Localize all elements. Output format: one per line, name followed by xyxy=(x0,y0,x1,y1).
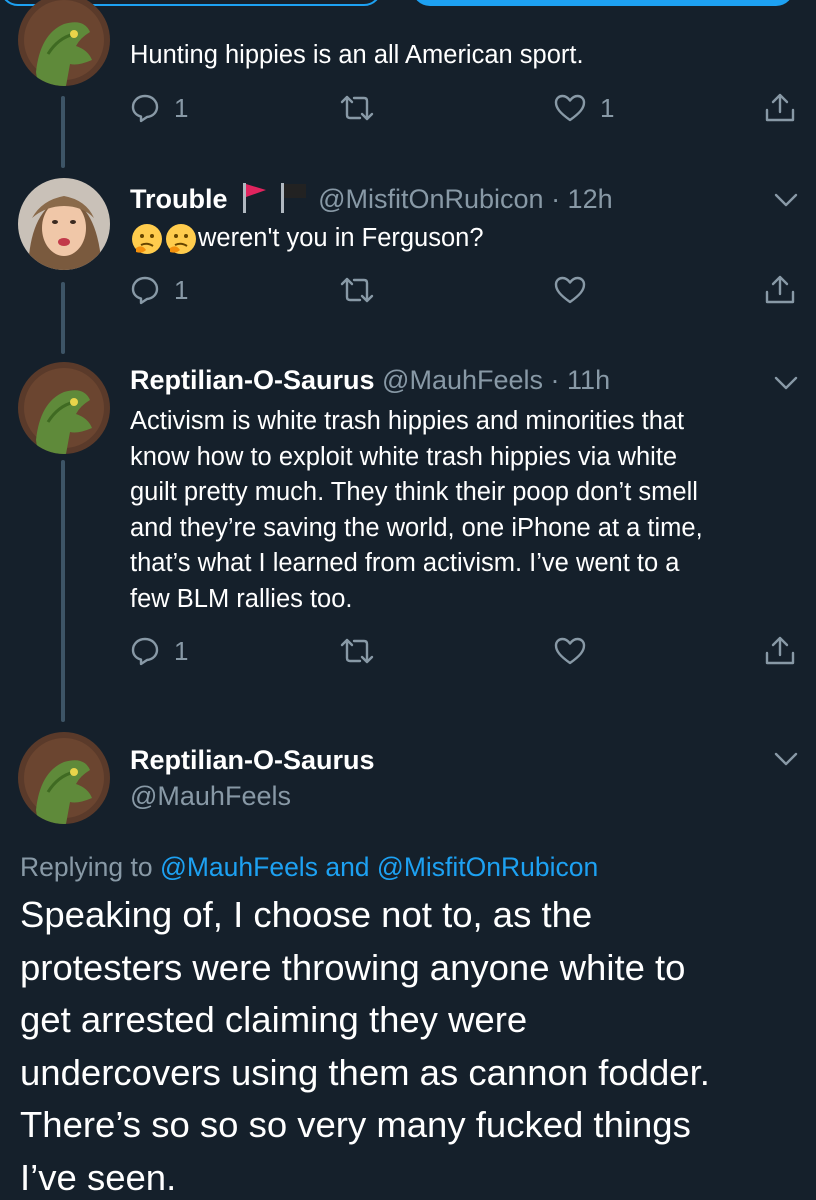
red-flag-icon xyxy=(243,183,267,213)
focused-tweet-text: Speaking of, I choose not to, as the pro… xyxy=(20,889,810,1200)
thread-line xyxy=(61,96,65,168)
like-count: 1 xyxy=(600,92,615,123)
tweet-text-line: I’ve seen. xyxy=(20,1156,177,1198)
reply-icon xyxy=(131,94,159,123)
avatar-reptilian[interactable] xyxy=(18,362,110,454)
author-name[interactable]: Trouble xyxy=(130,184,228,214)
tweet-text-line: get arrested claiming they were xyxy=(20,999,528,1040)
tweet-text-line: few BLM rallies too. xyxy=(130,584,353,613)
replying-user-link[interactable]: @MisfitOnRubicon xyxy=(377,852,598,882)
retweet-icon xyxy=(340,95,374,121)
reply-icon xyxy=(131,637,159,666)
author-handle[interactable]: @MisfitOnRubicon xyxy=(318,184,543,214)
tweet-text-line: and they’re saving the world, one iPhone… xyxy=(130,513,703,542)
avatar-reptilian[interactable] xyxy=(18,0,110,86)
share-button[interactable] xyxy=(764,631,796,671)
retweet-button[interactable] xyxy=(340,88,374,128)
tweet-time: · 12h xyxy=(551,184,613,214)
tweet-header: Trouble @MisfitOnRubicon · 12h xyxy=(130,181,613,215)
tweet-actions: 1 xyxy=(130,270,802,310)
share-button[interactable] xyxy=(764,270,796,310)
replying-and[interactable]: and xyxy=(325,852,369,882)
tweet-text-line: Speaking of, I choose not to, as the xyxy=(20,894,593,935)
share-icon xyxy=(765,93,795,122)
share-icon xyxy=(765,636,795,665)
chevron-down-icon[interactable] xyxy=(774,752,798,766)
reply-count: 1 xyxy=(174,92,189,123)
top-button-bar xyxy=(0,0,816,26)
tweet-text: weren't you in Ferguson? xyxy=(130,221,790,257)
heart-icon xyxy=(554,276,586,304)
tweet-time: · 11h xyxy=(550,365,611,395)
replying-prefix: Replying to xyxy=(20,852,153,882)
author-name[interactable]: Reptilian-O-Saurus xyxy=(130,745,375,776)
tweet-text-line: Activism is white trash hippies and mino… xyxy=(130,407,685,435)
author-handle[interactable]: @MauhFeels xyxy=(382,365,543,395)
tweet-actions: 1 1 xyxy=(130,88,802,128)
reply-button[interactable]: 1 xyxy=(130,88,188,128)
retweet-icon xyxy=(340,638,374,664)
heart-icon xyxy=(554,637,586,665)
reply-icon xyxy=(131,276,159,305)
chevron-down-icon[interactable] xyxy=(774,376,798,390)
thread-line xyxy=(61,460,65,722)
tweet-text-line: There’s so so so very many fucked things xyxy=(20,1104,691,1145)
tweet-body: weren't you in Ferguson? xyxy=(198,224,484,252)
retweet-icon xyxy=(340,277,374,303)
reply-button[interactable]: 1 xyxy=(130,270,188,310)
tweet-text: Activism is white trash hippies and mino… xyxy=(130,404,790,617)
top-filled-button[interactable] xyxy=(412,0,794,6)
replying-to: Replying to @MauhFeels and @MisfitOnRubi… xyxy=(20,852,598,883)
share-icon xyxy=(765,275,795,304)
reply-button[interactable]: 1 xyxy=(130,631,188,671)
retweet-button[interactable] xyxy=(340,270,374,310)
tweet-text: Hunting hippies is an all American sport… xyxy=(130,41,584,69)
black-flag-icon xyxy=(280,183,306,213)
thinking-face-icon xyxy=(166,224,196,255)
reply-count: 1 xyxy=(174,274,189,305)
thread-line xyxy=(61,282,65,354)
share-button[interactable] xyxy=(764,88,796,128)
retweet-button[interactable] xyxy=(340,631,374,671)
avatar-trouble[interactable] xyxy=(18,178,110,270)
tweet-header: Reptilian-O-Saurus @MauhFeels · 11h xyxy=(130,365,610,396)
tweet-text-line: know how to exploit white trash hippies … xyxy=(130,442,678,471)
like-button[interactable] xyxy=(554,270,586,310)
chevron-down-icon[interactable] xyxy=(774,193,798,207)
like-button[interactable]: 1 xyxy=(554,88,614,128)
author-name[interactable]: Reptilian-O-Saurus xyxy=(130,365,375,395)
thinking-face-icon xyxy=(132,224,162,255)
heart-icon xyxy=(554,94,586,122)
avatar-reptilian[interactable] xyxy=(18,732,110,824)
tweet-text-line: protesters were throwing anyone white to xyxy=(20,946,686,988)
tweet-text-line: undercovers using them as cannon fodder. xyxy=(20,1051,710,1093)
reply-count: 1 xyxy=(174,635,189,666)
author-handle[interactable]: @MauhFeels xyxy=(130,781,291,812)
tweet-actions: 1 xyxy=(130,631,802,671)
tweet-text-line: that’s what I learned from activism. I’v… xyxy=(130,549,680,577)
replying-user-link[interactable]: @MauhFeels xyxy=(160,852,318,882)
like-button[interactable] xyxy=(554,631,586,671)
tweet-text-line: guilt pretty much. They think their poop… xyxy=(130,478,698,506)
